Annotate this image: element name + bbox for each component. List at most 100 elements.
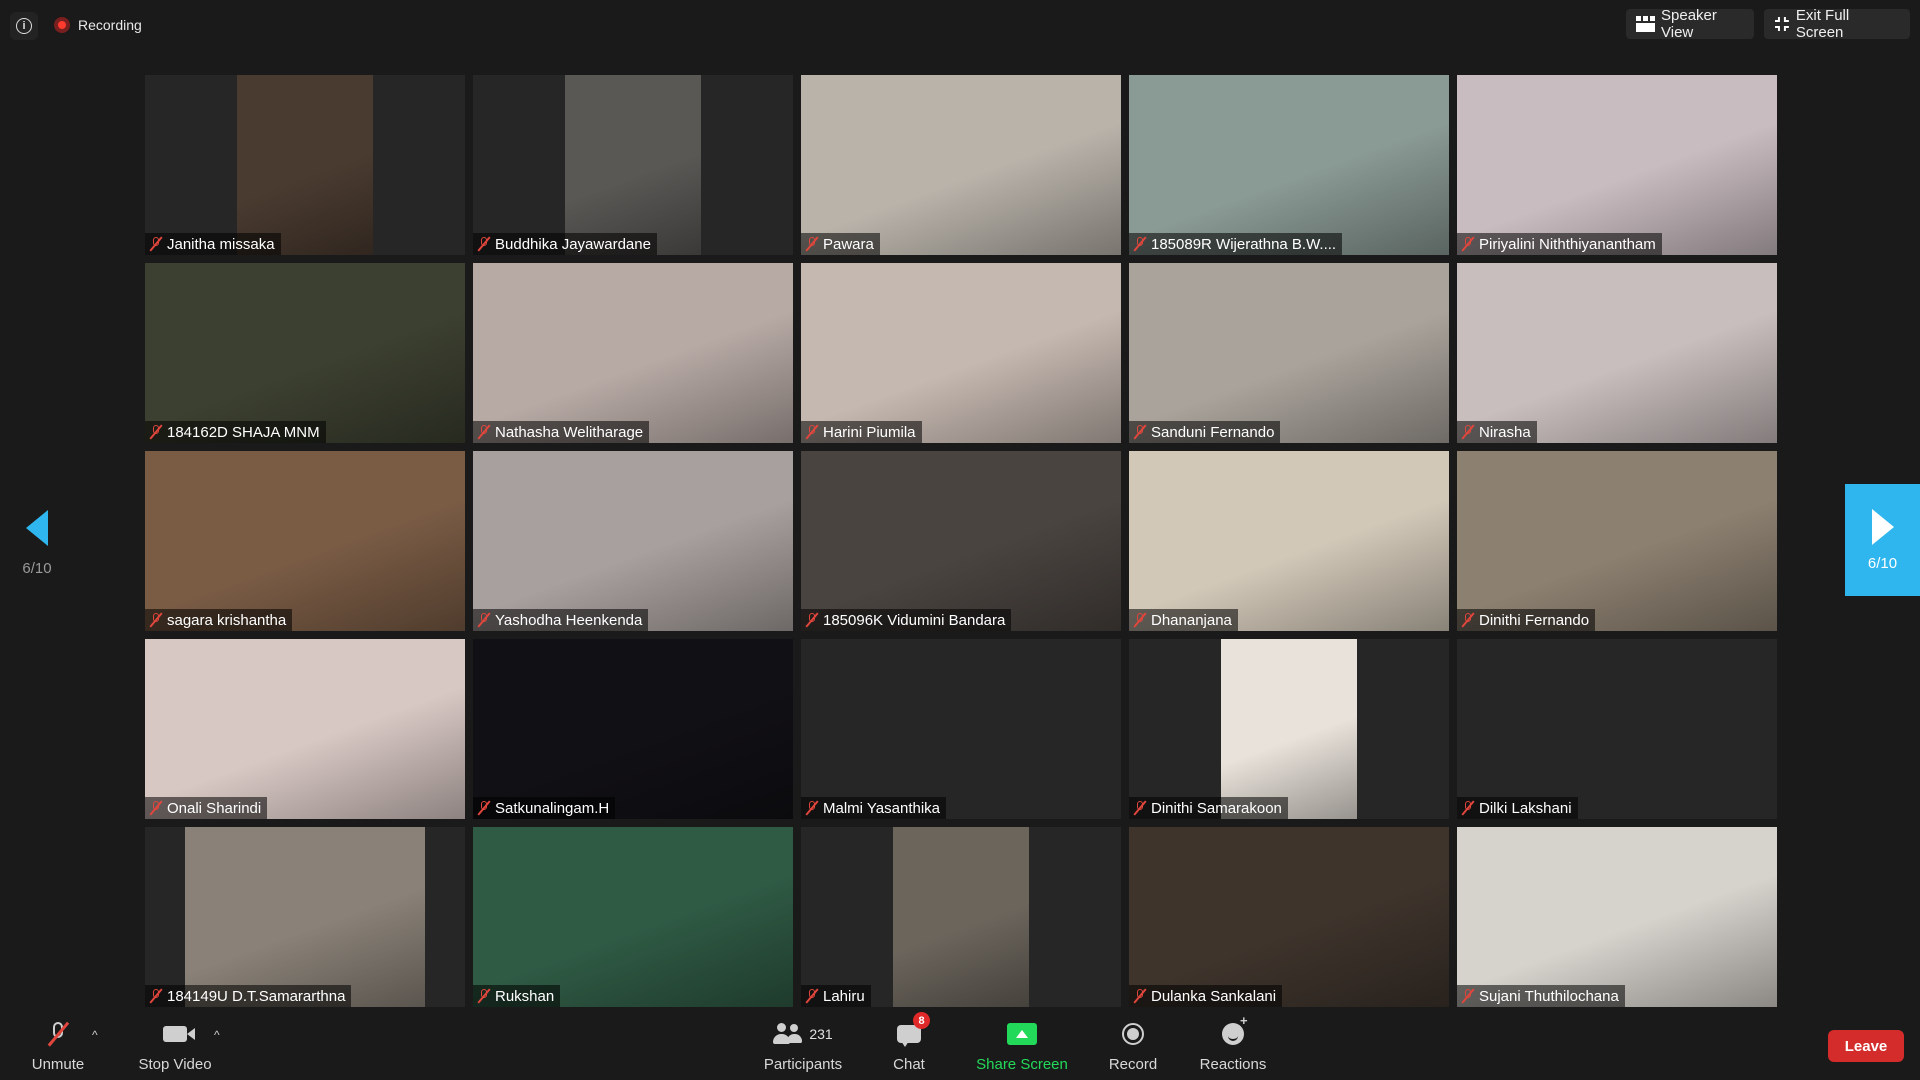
participant-name-tag: Sujani Thuthilochana (1457, 985, 1625, 1007)
exit-fullscreen-label: Exit Full Screen (1795, 7, 1850, 41)
speaker-view-button[interactable]: Speaker View (1626, 7, 1754, 41)
participant-name: Dinithi Fernando (1479, 611, 1590, 629)
participant-name: Dinithi Samarakoon (1151, 799, 1282, 817)
participants-button[interactable]: 231 Participants (756, 1018, 850, 1080)
video-options-caret-icon[interactable]: ^ (214, 1028, 220, 1042)
participant-tile[interactable]: Pawara (801, 75, 1121, 255)
participant-name: Dulanka Sankalani (1151, 987, 1277, 1005)
participant-name: Nathasha Welitharage (495, 423, 644, 441)
participant-name-tag: Pawara (801, 233, 880, 255)
microphone-muted-icon (477, 612, 491, 628)
participant-tile[interactable]: Lahiru (801, 827, 1121, 1007)
info-icon: i (16, 18, 32, 34)
participant-name: Rukshan (495, 987, 555, 1005)
unmute-label: Unmute (31, 1056, 85, 1073)
participant-name-tag: Malmi Yasanthika (801, 797, 946, 819)
participant-name: Dhananjana (1151, 611, 1232, 629)
participant-tile[interactable]: Onali Sharindi (145, 639, 465, 819)
participant-tile[interactable]: Buddhika Jayawardane (473, 75, 793, 255)
participant-name-tag: Harini Piumila (801, 421, 922, 443)
microphone-muted-icon (1461, 424, 1475, 440)
participant-video (1129, 827, 1449, 1007)
exit-fullscreen-button[interactable]: Exit Full Screen (1764, 7, 1910, 41)
microphone-muted-icon (477, 988, 491, 1004)
participant-video (473, 263, 793, 443)
microphone-muted-icon (149, 236, 163, 252)
microphone-muted-icon (1133, 236, 1147, 252)
page-indicator-right: 6/10 (1867, 554, 1898, 572)
speaker-view-icon (1636, 16, 1655, 32)
participant-video (473, 451, 793, 631)
participant-tile[interactable]: 185096K Vidumini Bandara (801, 451, 1121, 631)
participant-name: Buddhika Jayawardane (495, 235, 651, 253)
participant-tile[interactable]: 184149U D.T.Samararthna (145, 827, 465, 1007)
reactions-button[interactable]: Reactions (1196, 1013, 1270, 1080)
stop-video-label: Stop Video (138, 1056, 212, 1073)
leave-button[interactable]: Leave (1828, 1030, 1904, 1062)
participant-name-tag: Dinithi Samarakoon (1129, 797, 1288, 819)
participant-name: Harini Piumila (823, 423, 916, 441)
participant-tile[interactable]: Nathasha Welitharage (473, 263, 793, 443)
participant-video (801, 451, 1121, 631)
participant-tile[interactable]: Rukshan (473, 827, 793, 1007)
microphone-muted-icon (1133, 612, 1147, 628)
participant-tile[interactable]: Satkunalingam.H (473, 639, 793, 819)
participant-name: sagara krishantha (167, 611, 287, 629)
participant-tile[interactable]: Dilki Lakshani (1457, 639, 1777, 819)
participant-video (801, 263, 1121, 443)
stop-video-button[interactable]: Stop Video (132, 1018, 218, 1080)
participant-tile[interactable]: Dhananjana (1129, 451, 1449, 631)
next-page-button[interactable]: 6/10 (1845, 484, 1920, 596)
participant-name: 184162D SHAJA MNM (167, 423, 320, 441)
participant-name-tag: Nirasha (1457, 421, 1537, 443)
participant-name: 185096K Vidumini Bandara (823, 611, 1006, 629)
participant-video (1221, 639, 1357, 819)
chat-button[interactable]: 8 Chat (886, 1012, 932, 1080)
participant-tile[interactable]: sagara krishantha (145, 451, 465, 631)
participant-tile[interactable]: 185089R Wijerathna B.W.... (1129, 75, 1449, 255)
participant-video (893, 827, 1029, 1007)
participant-name-tag: Onali Sharindi (145, 797, 268, 819)
participant-tile[interactable]: Dulanka Sankalani (1129, 827, 1449, 1007)
participant-tile[interactable]: Harini Piumila (801, 263, 1121, 443)
participant-tile[interactable]: Sanduni Fernando (1129, 263, 1449, 443)
participant-tile[interactable]: Sujani Thuthilochana (1457, 827, 1777, 1007)
microphone-muted-icon (1133, 800, 1147, 816)
participant-name: Onali Sharindi (167, 799, 262, 817)
participant-name: Yashodha Heenkenda (495, 611, 643, 629)
participant-tile[interactable]: Piriyalini Niththiyanantham (1457, 75, 1777, 255)
microphone-muted-icon (149, 800, 163, 816)
participant-name-tag: Yashodha Heenkenda (473, 609, 649, 631)
participant-name-tag: 185096K Vidumini Bandara (801, 609, 1012, 631)
participant-tile[interactable]: Janitha missaka (145, 75, 465, 255)
participant-name-tag: 184149U D.T.Samararthna (145, 985, 352, 1007)
recording-indicator[interactable]: Recording (54, 14, 142, 36)
participant-tile[interactable]: Yashodha Heenkenda (473, 451, 793, 631)
participant-name: Janitha missaka (167, 235, 275, 253)
share-screen-label: Share Screen (976, 1056, 1068, 1073)
meeting-info-button[interactable]: i (10, 12, 38, 40)
participant-name-tag: Rukshan (473, 985, 561, 1007)
reactions-label: Reactions (1199, 1056, 1267, 1073)
microphone-muted-icon (1461, 612, 1475, 628)
participant-name: Satkunalingam.H (495, 799, 610, 817)
participant-video (473, 639, 793, 819)
speaker-view-label: Speaker View (1661, 7, 1717, 41)
gallery-grid: Janitha missaka Buddhika Jayawardane Pawar… (145, 75, 1777, 1007)
share-screen-button[interactable]: Share Screen (972, 1018, 1072, 1080)
participants-icon (773, 1023, 803, 1045)
participant-name: Pawara (823, 235, 874, 253)
participant-tile[interactable]: Dinithi Fernando (1457, 451, 1777, 631)
unmute-button[interactable]: Unmute (22, 1018, 94, 1080)
participant-tile[interactable]: Malmi Yasanthika (801, 639, 1121, 819)
audio-options-caret-icon[interactable]: ^ (92, 1028, 98, 1042)
record-button[interactable]: Record (1104, 1018, 1162, 1080)
microphone-muted-icon (49, 1021, 67, 1047)
participant-tile[interactable]: Dinithi Samarakoon (1129, 639, 1449, 819)
participant-tile[interactable]: Nirasha (1457, 263, 1777, 443)
participant-tile[interactable]: 184162D SHAJA MNM (145, 263, 465, 443)
microphone-muted-icon (149, 424, 163, 440)
previous-page-button[interactable]: 6/10 (10, 488, 64, 598)
participant-name-tag: Satkunalingam.H (473, 797, 616, 819)
microphone-muted-icon (477, 236, 491, 252)
